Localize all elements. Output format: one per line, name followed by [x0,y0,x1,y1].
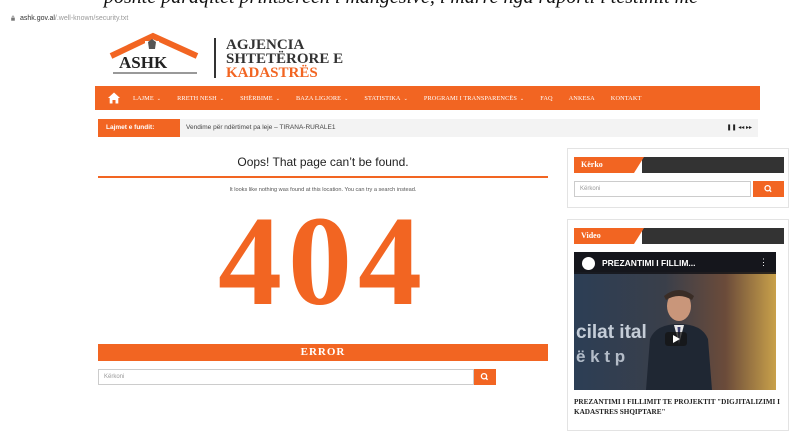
logo-graphic: ASHK [109,32,199,74]
widget-header-notch [634,228,644,244]
logo-text: ASHK [119,53,168,72]
video-caption[interactable]: PREZANTIMI I FILLIMIT TE PROJEKTIT "DIGJ… [574,397,784,417]
agency-name-line2: SHTETËRORE E [226,51,344,67]
nav-item-label: KONTAKT [610,94,642,102]
video-overlay-text: cilat ital [576,322,647,343]
chevron-down-icon: ⌄ [156,96,162,102]
agency-name: AGJENCIA SHTETËRORE E KADASTRËS [226,37,344,81]
video-player-title[interactable]: PREZANTIMI I FILLIM... [602,258,696,268]
search-widget-header: Kërko [574,157,784,173]
nav-item-label: STATISTIKA [364,94,401,102]
nav-items: LAJME ⌄ RRETH NESH ⌄ SHËRBIME ⌄ BAZA LIGJORE ⌄ S… [133,86,657,110]
nav-item-faq[interactable]: FAQ [540,95,552,102]
lock-icon [11,15,15,21]
page-title: Oops! That page can’t be found. [237,155,409,169]
nav-item-rreth-nesh[interactable]: RRETH NESH ⌄ [177,95,224,102]
nav-item-ankesa[interactable]: ANKESA [569,95,595,102]
chevron-down-icon: ⌄ [275,96,280,102]
video-widget-header: Video [574,228,784,244]
sidebar-search-input[interactable]: Kërkoni [574,181,751,197]
nav-item-lajme[interactable]: LAJME ⌄ [133,95,161,102]
nav-item-baza-ligjore[interactable]: BAZA LIGJORE ⌄ [296,95,348,102]
main-search-button[interactable] [474,369,496,385]
ashk-logo[interactable]: ASHK [105,32,209,78]
agency-name-line3: KADASTRËS [226,65,318,81]
nav-item-programi-i-transparencës[interactable]: PROGRAMI I TRANSPARENCËS ⌄ [424,95,524,102]
nav-item-label: LAJME [133,94,154,102]
main-navigation: LAJME ⌄ RRETH NESH ⌄ SHËRBIME ⌄ BAZA LIGJORE ⌄ S… [95,86,760,110]
video-widget-title: Video [574,228,634,244]
main-search-form: Kërkoni [98,369,496,385]
widget-header-bar [642,228,784,244]
document-caption: poshte paraqitet printscreen i mangesive… [0,0,802,12]
chevron-down-icon: ⌄ [344,96,349,102]
search-widget: Kërko Kërkoni [567,148,789,208]
logo-divider [214,38,216,78]
nav-item-label: ANKESA [568,94,595,102]
home-icon[interactable] [107,91,121,105]
nav-item-kontakt[interactable]: KONTAKT [611,95,642,102]
video-overlay-text-2: ë k t p [576,347,626,366]
video-widget: Video cilat ital ë k t p PREZANTIMI I FI… [567,219,789,431]
more-options-icon[interactable]: ⋮ [759,257,768,268]
address-bar[interactable]: ashk.gov.al/.well-known/security.txt [0,12,802,26]
nav-item-label: RRETH NESH [177,94,217,102]
url-path: /.well-known/security.txt [54,15,129,22]
sidebar-search-form: Kërkoni [574,181,784,197]
ticker-controls[interactable]: ❚❚ ◂◂ ▸▸ [727,119,752,137]
search-widget-title: Kërko [574,157,634,173]
agency-name-line1: AGJENCIA [226,37,305,53]
nav-item-statistika[interactable]: STATISTIKA ⌄ [364,95,407,102]
error-banner: ERROR [98,344,548,361]
url-host: ashk.gov.al [20,15,55,22]
ticker-label: Lajmet e fundit: [98,119,180,137]
main-search-input[interactable]: Kërkoni [98,369,474,385]
nav-item-label: BAZA LIGJORE [296,94,342,102]
widget-header-notch [634,157,644,173]
nav-item-label: FAQ [540,94,553,102]
error-code: 404 [218,190,428,332]
nav-item-label: SHËRBIME [240,94,273,102]
nav-item-shërbime[interactable]: SHËRBIME ⌄ [240,95,280,102]
nav-item-label: PROGRAMI I TRANSPARENCËS [423,94,517,102]
title-divider [98,176,548,178]
search-icon [764,184,772,193]
play-icon[interactable] [665,332,687,346]
video-player[interactable]: cilat ital ë k t p PREZANTIMI I FILLIM..… [574,252,776,390]
sidebar-search-button[interactable] [753,181,784,197]
chevron-down-icon: ⌄ [403,96,408,102]
search-icon [480,372,489,381]
chevron-down-icon: ⌄ [219,96,225,102]
news-ticker: Lajmet e fundit: Vendime për ndërtimet p… [98,119,758,137]
site-header: ASHK AGJENCIA SHTETËRORE E KADASTRËS [95,30,705,86]
chevron-down-icon: ⌄ [519,96,525,102]
channel-avatar[interactable] [582,257,595,270]
ticker-headline[interactable]: Vendime për ndërtimet pa leje – TIRANA-R… [186,119,335,137]
widget-header-bar [642,157,784,173]
